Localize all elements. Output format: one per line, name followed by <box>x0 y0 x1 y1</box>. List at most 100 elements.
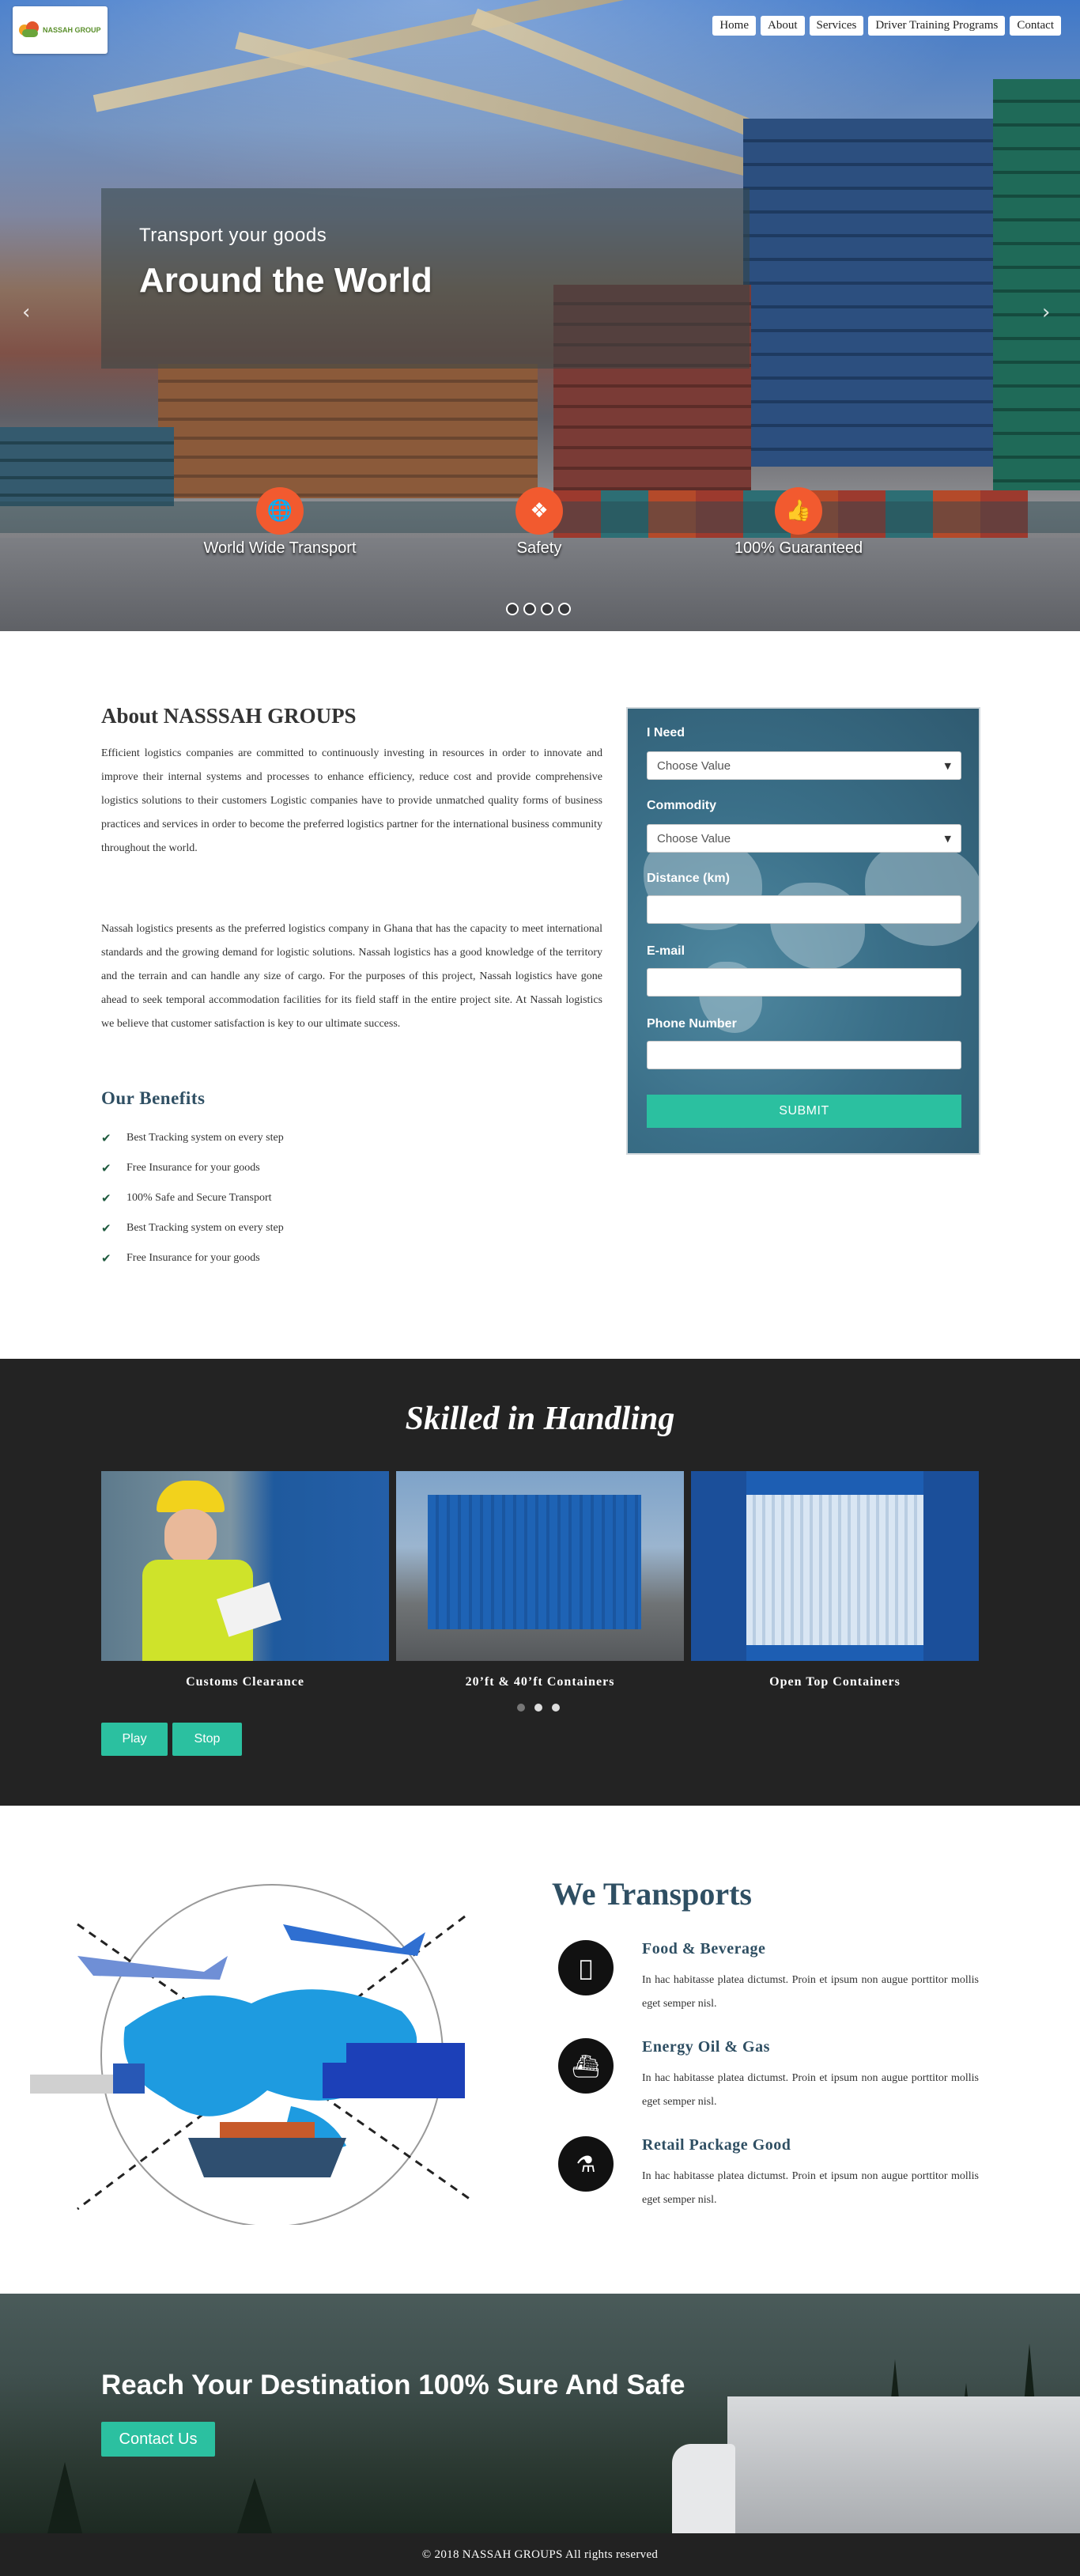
apple-icon:  <box>558 1940 614 1995</box>
email-label: E-mail <box>647 944 685 958</box>
shipping-container <box>428 1495 641 1629</box>
container-stack <box>743 119 996 467</box>
chevron-down-icon: ▼ <box>944 833 951 844</box>
phone-field[interactable] <box>647 1041 961 1069</box>
container-door <box>691 1471 746 1661</box>
card-caption: Open Top Containers <box>769 1675 901 1689</box>
need-label: I Need <box>647 726 685 740</box>
nav-home[interactable]: Home <box>712 16 757 36</box>
commodity-label: Commodity <box>647 799 716 812</box>
dropbox-icon: ❖ <box>515 487 563 535</box>
container-door <box>923 1471 979 1661</box>
nav-driver-training[interactable]: Driver Training Programs <box>868 16 1006 36</box>
cta-title: Reach Your Destination 100% Sure And Saf… <box>101 2370 685 2400</box>
slider-dot[interactable] <box>523 603 536 615</box>
list-item: ✔ Free Insurance for your goods <box>101 1243 284 1273</box>
stop-button[interactable]: Stop <box>172 1723 242 1756</box>
container-interior <box>746 1495 923 1645</box>
footer: © 2018 NASSAH GROUPS All rights reserved <box>0 2533 1080 2576</box>
world-map-bg <box>865 843 979 946</box>
need-select-value: Choose Value <box>657 758 731 773</box>
benefits-title: Our Benefits <box>101 1088 206 1108</box>
main-nav: Home About Services Driver Training Prog… <box>712 16 1061 36</box>
card-caption: Customs Clearance <box>186 1675 304 1689</box>
truck-trailer <box>727 2396 1080 2533</box>
about-paragraph: Efficient logistics companies are commit… <box>101 747 602 854</box>
about-paragraph: Nassah logistics presents as the preferr… <box>101 923 602 1030</box>
worker-face <box>164 1509 217 1564</box>
chevron-right-icon[interactable]: › <box>1042 301 1050 324</box>
list-item: ✔ Best Tracking system on every step <box>101 1123 284 1153</box>
transport-item-title: Energy Oil & Gas <box>642 2038 770 2056</box>
hand-truck-icon: ⚗ <box>558 2136 614 2192</box>
card-caption: 20’ft & 40’ft Containers <box>465 1675 615 1689</box>
site-logo[interactable]: NASSAH GROUP <box>13 6 108 54</box>
feature-guaranteed: 👍 100% Guaranteed <box>696 487 901 558</box>
nav-contact[interactable]: Contact <box>1010 16 1061 36</box>
benefits-list: ✔ Best Tracking system on every step ✔ Fre… <box>101 1123 284 1273</box>
need-select[interactable]: Choose Value ▼ <box>647 751 961 780</box>
carousel-dot[interactable] <box>552 1704 560 1712</box>
benefit-text: Best Tracking system on every step <box>127 1132 284 1144</box>
hero-subtitle: Transport your goods <box>139 225 327 246</box>
slider-dots <box>506 603 571 615</box>
commodity-select-value: Choose Value <box>657 831 731 845</box>
ship-icon: ⛴ <box>558 2038 614 2094</box>
skilled-title: Skilled in Handling <box>405 1401 675 1437</box>
chevron-left-icon[interactable]: ‹ <box>22 301 30 324</box>
nav-services[interactable]: Services <box>809 16 864 36</box>
phone-label: Phone Number <box>647 1017 737 1031</box>
list-item: ✔ Free Insurance for your goods <box>101 1153 284 1183</box>
transports-title: We Transports <box>552 1876 752 1912</box>
check-icon: ✔ <box>101 1221 111 1235</box>
quote-form: I Need Choose Value ▼ Commodity Choose Va… <box>626 707 980 1155</box>
hero-title: Around the World <box>139 261 432 300</box>
carousel-dots <box>517 1704 560 1712</box>
card-image-containers[interactable] <box>396 1471 684 1661</box>
chevron-down-icon: ▼ <box>944 760 951 771</box>
hard-hat <box>157 1481 225 1512</box>
logo-text: NASSAH GROUP <box>43 26 101 34</box>
feature-label: 100% Guaranteed <box>734 539 863 557</box>
transports-section: We Transports  Food & Beverage In hac h… <box>0 1806 1080 2294</box>
transport-item-text: In hac habitasse platea dictumst. Proin … <box>642 2170 979 2206</box>
transport-item-text: In hac habitasse platea dictumst. Proin … <box>642 1974 979 2010</box>
list-item: ✔ 100% Safe and Secure Transport <box>101 1183 284 1213</box>
container-stack <box>0 427 174 506</box>
commodity-select[interactable]: Choose Value ▼ <box>647 824 961 853</box>
slider-dot[interactable] <box>541 603 553 615</box>
feature-label: Safety <box>516 539 562 557</box>
about-section: About NASSSAH GROUPS Efficient logistics… <box>0 631 1080 1359</box>
about-title: About NASSSAH GROUPS <box>101 704 357 728</box>
check-icon: ✔ <box>101 1191 111 1205</box>
slider-dot[interactable] <box>506 603 519 615</box>
card-image-customs[interactable] <box>101 1471 389 1661</box>
play-button[interactable]: Play <box>101 1723 168 1756</box>
email-field[interactable] <box>647 968 961 997</box>
contact-us-button[interactable]: Contact Us <box>101 2422 215 2457</box>
skilled-section: Skilled in Handling Customs Clearance 20… <box>0 1359 1080 1806</box>
list-item: ✔ Best Tracking system on every step <box>101 1213 284 1243</box>
carousel-dot[interactable] <box>534 1704 542 1712</box>
globe-icon: 🌐 <box>256 487 304 535</box>
carousel-dot[interactable] <box>517 1704 525 1712</box>
card-image-open-top[interactable] <box>691 1471 979 1661</box>
thumbs-up-icon: 👍 <box>775 487 822 535</box>
transport-item-text: In hac habitasse platea dictumst. Proin … <box>642 2072 979 2108</box>
benefit-text: 100% Safe and Secure Transport <box>127 1192 272 1204</box>
tree <box>237 2478 272 2533</box>
benefit-text: Free Insurance for your goods <box>127 1162 260 1174</box>
distance-field[interactable] <box>647 895 961 924</box>
nav-about[interactable]: About <box>761 16 805 36</box>
feature-safety: ❖ Safety <box>436 487 642 558</box>
submit-button[interactable]: SUBMIT <box>647 1095 961 1128</box>
footer-copyright: © 2018 NASSAH GROUPS All rights reserved <box>421 2548 659 2561</box>
benefit-text: Best Tracking system on every step <box>127 1222 284 1234</box>
check-icon: ✔ <box>101 1131 111 1145</box>
container-stack <box>158 364 538 498</box>
logo-icon <box>19 21 40 39</box>
tree <box>47 2462 82 2533</box>
slider-dot[interactable] <box>558 603 571 615</box>
transport-globe-illustration <box>30 1884 474 2225</box>
benefit-text: Free Insurance for your goods <box>127 1252 260 1264</box>
